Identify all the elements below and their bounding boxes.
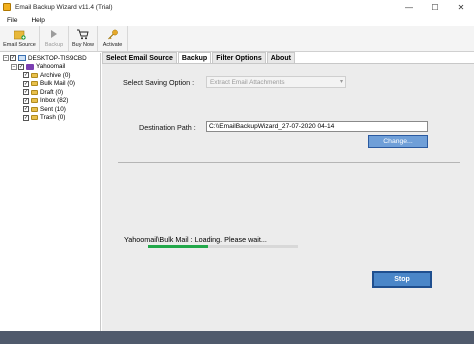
saving-option-select[interactable]: Extract Email Attachments ▾ [206,76,346,88]
window-title: Email Backup Wizard v11.4 (Trial) [15,3,113,11]
folder-tree: − ✓ DESKTOP-TIS9CBD − ✓ Yahoomail ✓ Arch… [0,53,101,331]
menu-help[interactable]: Help [24,17,51,24]
checkbox[interactable]: ✓ [23,89,29,96]
menu-bar: File Help [0,14,474,26]
checkbox[interactable]: ✓ [23,106,29,113]
status-text: Yahoomail\Bulk Mail : Loading. Please wa… [124,235,267,244]
play-icon [48,28,60,40]
destination-path-label: Destination Path : [139,123,196,132]
backup-panel: Select Saving Option : Extract Email Att… [102,63,474,331]
folder-icon [31,115,38,121]
checkbox[interactable]: ✓ [18,63,24,70]
progress-fill [148,245,208,248]
tree-folder[interactable]: ✓ Trash (0) [0,114,100,123]
tab-strip: Select Email Source Backup Filter Option… [102,52,296,63]
collapse-icon[interactable]: − [11,63,17,70]
folder-icon [31,81,38,87]
backup-button[interactable]: Backup [40,26,69,51]
progress-bar [148,245,298,248]
chevron-down-icon: ▾ [339,79,343,85]
tab-select-email-source[interactable]: Select Email Source [102,52,177,63]
app-icon [3,3,11,11]
folder-icon [31,98,38,104]
minimize-button[interactable]: — [396,0,422,14]
checkbox[interactable]: ✓ [23,97,29,104]
title-bar: Email Backup Wizard v11.4 (Trial) — ☐ ✕ [0,0,474,14]
stop-button[interactable]: Stop [372,271,432,288]
email-source-button[interactable]: Email Source [0,26,40,51]
tab-about[interactable]: About [266,52,295,63]
folder-icon [31,106,38,112]
tree-folder[interactable]: ✓ Bulk Mail (0) [0,80,100,89]
folder-icon [31,72,38,78]
tree-folder[interactable]: ✓ Sent (10) [0,105,100,114]
checkbox[interactable]: ✓ [23,72,29,79]
destination-path-input[interactable]: C:\\EmailBackupWizard_27-07-2020 04-14 [206,121,428,132]
tree-root[interactable]: − ✓ DESKTOP-TIS9CBD [0,54,100,63]
tree-folder[interactable]: ✓ Archive (0) [0,71,100,80]
computer-icon [18,55,26,62]
key-icon [107,28,119,40]
close-button[interactable]: ✕ [448,0,474,14]
activate-button[interactable]: Activate [98,26,128,51]
status-bar [0,331,474,344]
maximize-button[interactable]: ☐ [422,0,448,14]
tab-filter-options[interactable]: Filter Options [212,52,266,63]
folder-add-icon [13,28,26,40]
menu-file[interactable]: File [0,17,24,24]
tree-folder[interactable]: ✓ Draft (0) [0,88,100,97]
cart-icon [77,28,89,40]
checkbox[interactable]: ✓ [23,114,29,121]
change-button[interactable]: Change... [368,135,428,148]
checkbox[interactable]: ✓ [10,55,16,62]
toolbar: Email Source Backup Buy Now Activate [0,26,474,52]
tree-folder[interactable]: ✓ Inbox (82) [0,97,100,106]
tab-backup[interactable]: Backup [177,52,212,63]
divider [118,162,460,163]
window-controls: — ☐ ✕ [396,0,474,14]
checkbox[interactable]: ✓ [23,80,29,87]
saving-option-label: Select Saving Option : [123,78,195,87]
folder-icon [31,89,38,95]
yahoo-icon [26,63,34,70]
collapse-icon[interactable]: − [3,55,9,62]
buy-now-button[interactable]: Buy Now [69,26,98,51]
tree-account[interactable]: − ✓ Yahoomail [0,63,100,72]
